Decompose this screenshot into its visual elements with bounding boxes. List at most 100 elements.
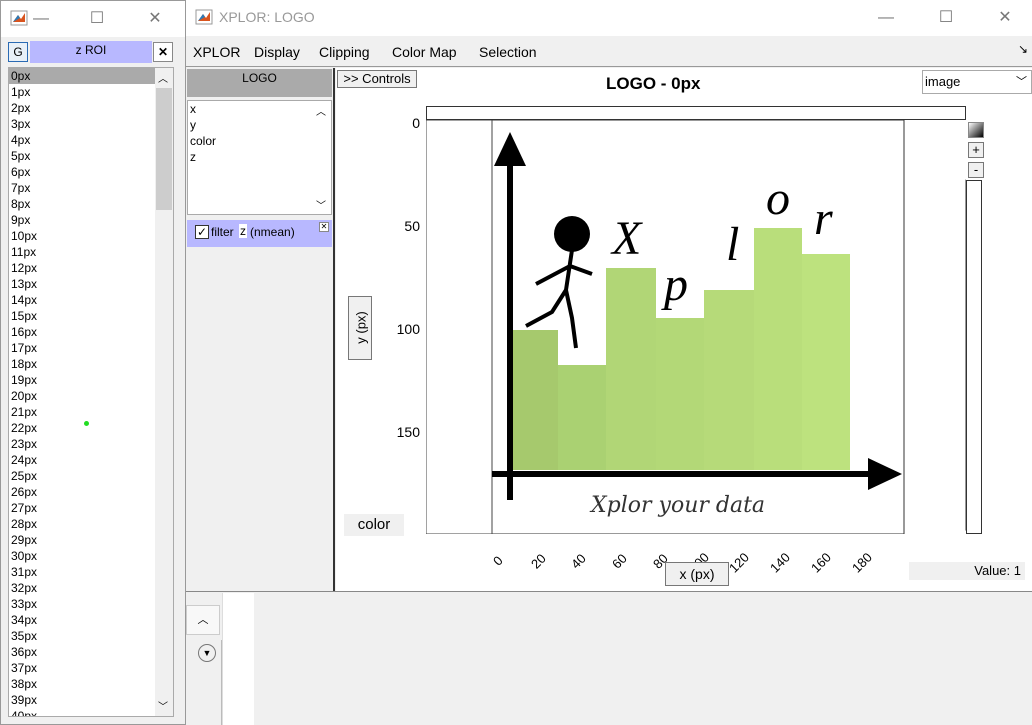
minimize-icon[interactable]: — bbox=[31, 9, 51, 29]
roi-list-item[interactable]: 33px bbox=[9, 596, 155, 612]
roi-list-item[interactable]: 26px bbox=[9, 484, 155, 500]
roi-list-item[interactable]: 16px bbox=[9, 324, 155, 340]
menu-xplor[interactable]: XPLOR bbox=[193, 44, 240, 60]
background-panel bbox=[186, 593, 1032, 725]
scroll-down-icon[interactable]: ﹀ bbox=[158, 698, 168, 713]
roi-list-item[interactable]: 9px bbox=[9, 212, 155, 228]
roi-list-item[interactable]: 5px bbox=[9, 148, 155, 164]
roi-list-item[interactable]: 11px bbox=[9, 244, 155, 260]
dimension-item[interactable]: x bbox=[188, 101, 331, 117]
g-button[interactable]: G bbox=[8, 42, 28, 62]
roi-list[interactable]: 0px 1px 2px 3px 4px 5px 6px 7px 8px 9px 10px 11px 12… bbox=[8, 67, 174, 717]
filter-bar: ✓ filter z (nmean) ✕ bbox=[187, 220, 332, 247]
scroll-down-icon[interactable]: ﹀ bbox=[316, 197, 326, 212]
right-colorbar[interactable] bbox=[966, 180, 982, 534]
roi-list-item[interactable]: 1px bbox=[9, 84, 155, 100]
minus-button[interactable]: - bbox=[968, 162, 984, 178]
logo-letter-p: p bbox=[661, 258, 688, 311]
filter-close-icon[interactable]: ✕ bbox=[319, 222, 329, 232]
bar-5 bbox=[704, 290, 754, 470]
undock-icon[interactable]: ↘ bbox=[1018, 42, 1028, 56]
cursor-dot bbox=[84, 421, 89, 426]
scroll-up-icon[interactable]: ︿ bbox=[316, 103, 326, 118]
roi-list-item[interactable]: 38px bbox=[9, 676, 155, 692]
roi-list-item[interactable]: 8px bbox=[9, 196, 155, 212]
roi-list-item[interactable]: 6px bbox=[9, 164, 155, 180]
roi-list-item[interactable]: 40px bbox=[9, 708, 155, 716]
roi-list-item[interactable]: 3px bbox=[9, 116, 155, 132]
colormap-gradient bbox=[968, 122, 984, 138]
x-label-button[interactable]: x (px) bbox=[665, 562, 729, 586]
menu-divider bbox=[186, 66, 1032, 67]
stick-figure-head bbox=[554, 216, 590, 252]
maximize-icon[interactable]: ☐ bbox=[936, 8, 956, 28]
roi-list-item[interactable]: 35px bbox=[9, 628, 155, 644]
background-up-button[interactable]: ︿ bbox=[186, 605, 220, 635]
roi-list-item[interactable]: 0px bbox=[9, 68, 155, 84]
roi-list-item[interactable]: 36px bbox=[9, 644, 155, 660]
roi-list-item[interactable]: 14px bbox=[9, 292, 155, 308]
filter-label: filter bbox=[211, 225, 234, 239]
roi-list-item[interactable]: 19px bbox=[9, 372, 155, 388]
roi-list-item[interactable]: 22px bbox=[9, 420, 155, 436]
close-icon[interactable]: ✕ bbox=[995, 8, 1015, 28]
logo-letter-o: o bbox=[766, 172, 790, 225]
color-label[interactable]: color bbox=[344, 514, 404, 536]
roi-list-item[interactable]: 37px bbox=[9, 660, 155, 676]
roi-list-item[interactable]: 29px bbox=[9, 532, 155, 548]
roi-list-item[interactable]: 25px bbox=[9, 468, 155, 484]
scroll-up-icon[interactable]: ︿ bbox=[158, 70, 168, 85]
y-label: y (px) bbox=[353, 311, 369, 344]
scroll-thumb[interactable] bbox=[156, 88, 172, 210]
menu-selection[interactable]: Selection bbox=[479, 44, 537, 60]
controls-button[interactable]: >> Controls bbox=[337, 70, 417, 88]
roi-list-item[interactable]: 39px bbox=[9, 692, 155, 708]
roi-list-item[interactable]: 24px bbox=[9, 452, 155, 468]
roi-list-item[interactable]: 15px bbox=[9, 308, 155, 324]
dimension-item[interactable]: color bbox=[188, 133, 331, 149]
roi-list-item[interactable]: 17px bbox=[9, 340, 155, 356]
roi-list-item[interactable]: 27px bbox=[9, 500, 155, 516]
filter-checkbox[interactable]: ✓ bbox=[195, 225, 209, 239]
roi-list-item[interactable]: 18px bbox=[9, 356, 155, 372]
y-label-button[interactable]: y (px) bbox=[348, 296, 372, 360]
display-mode-select[interactable]: image ﹀ bbox=[922, 70, 1032, 94]
roi-list-item[interactable]: 34px bbox=[9, 612, 155, 628]
roi-list-item[interactable]: 21px bbox=[9, 404, 155, 420]
value-label: Value: 1 bbox=[909, 562, 1025, 580]
y-tick-150: 150 bbox=[396, 424, 420, 440]
roi-list-item[interactable]: 28px bbox=[9, 516, 155, 532]
maximize-icon[interactable]: ☐ bbox=[87, 9, 107, 29]
roi-list-item[interactable]: 7px bbox=[9, 180, 155, 196]
data-header: LOGO bbox=[187, 69, 332, 97]
y-tick-50: 50 bbox=[404, 218, 420, 234]
minimize-icon[interactable]: — bbox=[876, 8, 896, 28]
roi-list-item[interactable]: 23px bbox=[9, 436, 155, 452]
roi-list-item[interactable]: 4px bbox=[9, 132, 155, 148]
dimension-list[interactable]: x y color z ︿ ﹀ bbox=[187, 100, 332, 215]
roi-list-item[interactable]: 12px bbox=[9, 260, 155, 276]
menu-clipping[interactable]: Clipping bbox=[319, 44, 370, 60]
roi-scrollbar[interactable]: ︿ ﹀ bbox=[155, 68, 173, 716]
roi-list-item[interactable]: 31px bbox=[9, 564, 155, 580]
menu-display[interactable]: Display bbox=[254, 44, 300, 60]
dimension-scrollbar[interactable]: ︿ ﹀ bbox=[313, 101, 331, 214]
roi-list-item[interactable]: 10px bbox=[9, 228, 155, 244]
roi-list-item[interactable]: 13px bbox=[9, 276, 155, 292]
dimension-item[interactable]: z bbox=[188, 149, 331, 165]
plus-button[interactable]: + bbox=[968, 142, 984, 158]
chevron-down-icon: ﹀ bbox=[1016, 76, 1027, 88]
matlab-icon bbox=[195, 9, 213, 25]
color-slider[interactable] bbox=[426, 106, 966, 120]
bar-3 bbox=[606, 268, 656, 470]
roi-list-item[interactable]: 20px bbox=[9, 388, 155, 404]
roi-list-item[interactable]: 32px bbox=[9, 580, 155, 596]
dimension-item[interactable]: y bbox=[188, 117, 331, 133]
menu-color-map[interactable]: Color Map bbox=[392, 44, 457, 60]
roi-close-button[interactable]: ✕ bbox=[153, 42, 173, 62]
roi-list-item[interactable]: 30px bbox=[9, 548, 155, 564]
y-tick-100: 100 bbox=[396, 321, 420, 337]
close-icon[interactable]: ✕ bbox=[145, 9, 165, 29]
roi-list-item[interactable]: 2px bbox=[9, 100, 155, 116]
filter-dim[interactable]: z bbox=[239, 224, 247, 238]
